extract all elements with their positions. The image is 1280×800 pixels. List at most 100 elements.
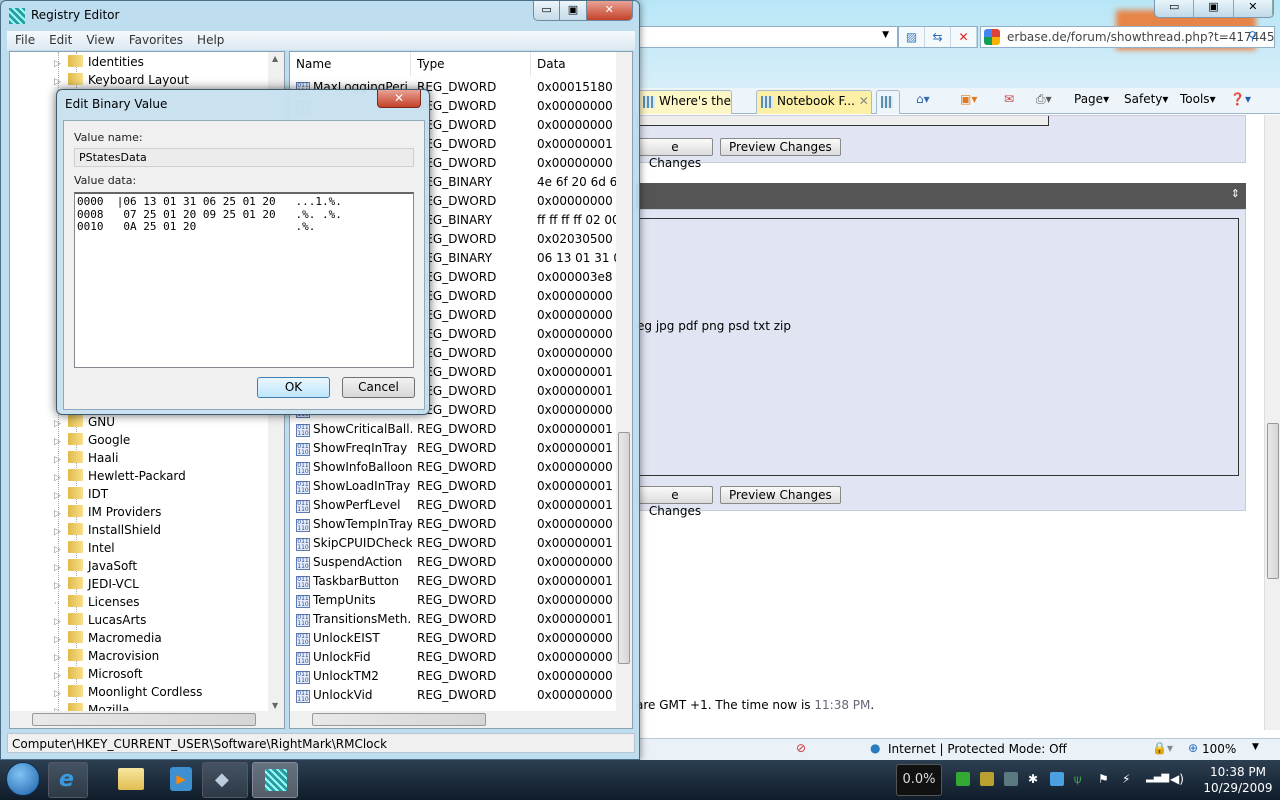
bluetooth-icon[interactable]: ✱ xyxy=(1028,772,1038,786)
dialog-close-button[interactable]: ✕ xyxy=(377,90,421,108)
stop-icon[interactable]: ✕ xyxy=(951,27,977,47)
preview-changes-button-2[interactable]: Preview Changes xyxy=(720,486,841,504)
value-row[interactable]: 011110UnlockVid REG_DWORD 0x00000000 (0) xyxy=(296,686,626,705)
feeds-icon[interactable]: ▣▾ xyxy=(960,92,977,106)
tree-item[interactable]: ·· Licenses xyxy=(54,593,140,611)
value-row[interactable]: 011 110 ShowLoadInTray REG_DWORD 0x00000001 … xyxy=(296,477,626,496)
wireless-icon[interactable]: ⍦ xyxy=(1074,772,1088,786)
compatibility-icon[interactable]: ▨ xyxy=(899,27,925,47)
restore-button[interactable]: ▣ xyxy=(1194,0,1234,17)
value-row[interactable]: 011110UnlockTM2 REG_DWORD 0x00000000 (0) xyxy=(296,667,626,686)
minimize-button[interactable]: ▭ xyxy=(1155,0,1195,17)
maximize-button[interactable]: ▣ xyxy=(560,1,587,20)
home-icon[interactable]: ⌂▾ xyxy=(916,92,930,106)
column-header-data[interactable]: Data xyxy=(531,52,617,76)
tree-item[interactable]: ▷ Intel xyxy=(54,539,115,557)
zoom-dropdown-icon[interactable]: ▼ xyxy=(1252,742,1259,752)
tray-app-icon[interactable] xyxy=(1050,772,1064,786)
menu-edit[interactable]: Edit xyxy=(49,31,72,50)
security-zone[interactable]: Internet | Protected Mode: Off xyxy=(888,742,1067,756)
chevron-down-icon[interactable]: ▼ xyxy=(882,30,889,40)
protected-mode-icon[interactable]: 🔒▾ xyxy=(1152,741,1173,755)
page-menu[interactable]: Page▾ xyxy=(1074,92,1109,106)
tab-notebook[interactable]: Notebook F... ✕ xyxy=(756,90,872,114)
tree-item[interactable]: ▷ Hewlett-Packard xyxy=(54,467,186,485)
zoom-level[interactable]: 100% xyxy=(1202,742,1236,756)
tree-item[interactable]: ▷ IM Providers xyxy=(54,503,161,521)
menu-favorites[interactable]: Favorites xyxy=(129,31,183,50)
explorer-taskbar-button[interactable] xyxy=(110,762,154,798)
tab-where[interactable]: Where's the 9.5... xyxy=(638,90,732,114)
tree-item[interactable]: ▷ JavaSoft xyxy=(54,557,137,575)
tab-close-icon[interactable]: ✕ xyxy=(859,94,869,108)
value-row[interactable]: 011 110 ShowTempInTray REG_DWORD 0x00000000 … xyxy=(296,515,626,534)
search-box[interactable]: erbase.de/forum/showthread.php?t=417445 xyxy=(980,26,1275,48)
help-icon[interactable]: ❓▾ xyxy=(1230,92,1251,106)
volume-icon[interactable]: ◀) xyxy=(1170,772,1184,786)
tree-item[interactable]: ▷ Microsoft xyxy=(54,665,143,683)
collapse-icon[interactable]: ⇕ xyxy=(1231,187,1240,200)
privacy-icon[interactable]: ⊘ xyxy=(796,741,806,755)
tree-horizontal-scrollbar[interactable] xyxy=(10,711,284,728)
value-row[interactable]: 011 110 ShowInfoBalloons REG_DWORD 0x0000000… xyxy=(296,458,626,477)
media-player-taskbar-button[interactable]: ▶ xyxy=(160,762,204,798)
tree-item[interactable]: ▷ IDT xyxy=(54,485,108,503)
value-row[interactable]: 011 110 ShowCriticalBall... REG_DWORD 0x0000… xyxy=(296,420,626,439)
start-button[interactable] xyxy=(6,762,40,796)
value-row[interactable]: 011110TempUnits REG_DWORD 0x00000000 (0) xyxy=(296,591,626,610)
tree-item[interactable]: ▷ GNU xyxy=(54,413,115,431)
value-row[interactable]: 011110UnlockFid REG_DWORD 0x00000000 (0) xyxy=(296,648,626,667)
value-row[interactable]: 011110TaskbarButton REG_DWORD 0x00000001 (… xyxy=(296,572,626,591)
preview-changes-button[interactable]: Preview Changes xyxy=(720,138,841,156)
tree-item[interactable]: ▷ JEDI-VCL xyxy=(54,575,139,593)
app-taskbar-button[interactable]: ◆ xyxy=(202,762,248,798)
tray-security-icon[interactable] xyxy=(956,772,970,786)
tree-item[interactable]: ▷ Keyboard Layout xyxy=(54,71,189,89)
value-row[interactable]: 011 110 SkipCPUIDCheck REG_DWORD 0x00000001 … xyxy=(296,534,626,553)
print-icon[interactable]: ⎙▾ xyxy=(1036,92,1052,107)
close-button[interactable]: ✕ xyxy=(586,1,632,20)
list-vertical-scrollbar[interactable] xyxy=(616,52,632,712)
tree-item[interactable]: ▷ Macromedia xyxy=(54,629,162,647)
close-button[interactable]: ✕ xyxy=(1234,0,1273,17)
menu-help[interactable]: Help xyxy=(197,31,224,50)
regedit-taskbar-button[interactable] xyxy=(252,762,298,798)
cancel-button[interactable]: Cancel xyxy=(342,377,415,398)
network-signal-icon[interactable]: ▂▄▆ xyxy=(1146,772,1169,786)
tree-item[interactable]: ▷ Macrovision xyxy=(54,647,159,665)
save-changes-button[interactable]: e Changes xyxy=(637,138,713,170)
safety-menu[interactable]: Safety▾ xyxy=(1124,92,1168,106)
refresh-icon[interactable]: ⇆ xyxy=(925,27,951,47)
menu-file[interactable]: File xyxy=(15,31,35,50)
internet-explorer-taskbar-button[interactable]: e xyxy=(48,762,88,798)
new-tab-button[interactable] xyxy=(876,90,900,114)
save-changes-button-2[interactable]: e Changes xyxy=(637,486,713,518)
tree-item[interactable]: ▷ Identities xyxy=(54,53,144,71)
tree-item[interactable]: ▷ Google xyxy=(54,431,130,449)
tray-music-icon[interactable] xyxy=(1004,772,1018,786)
power-icon[interactable]: ⚡ xyxy=(1122,772,1136,786)
value-data-hex-editor[interactable]: 0000 |06 13 01 31 06 25 01 20 ...1.%. 000… xyxy=(74,192,414,368)
clock[interactable]: 10:38 PM 10/29/2009 xyxy=(1196,764,1280,796)
address-bar[interactable]: ▼ xyxy=(636,26,898,48)
value-row[interactable]: 011110ShowPerfLevel REG_DWORD 0x00000001 (… xyxy=(296,496,626,515)
zoom-icon[interactable]: ⊕ xyxy=(1188,741,1198,755)
value-row[interactable]: 011 110 ShowFreqInTray REG_DWORD 0x00000001 … xyxy=(296,439,626,458)
search-icon[interactable]: ⚲ xyxy=(1248,29,1257,43)
tray-cpu-icon[interactable] xyxy=(980,772,994,786)
column-header-name[interactable]: Name xyxy=(290,52,411,76)
value-row[interactable]: 011110SuspendAction REG_DWORD 0x00000000 (… xyxy=(296,553,626,572)
value-row[interactable]: 011110UnlockEIST REG_DWORD 0x00000000 (0) xyxy=(296,629,626,648)
tree-item[interactable]: ▷ InstallShield xyxy=(54,521,161,539)
tools-menu[interactable]: Tools▾ xyxy=(1180,92,1216,106)
list-horizontal-scrollbar[interactable] xyxy=(290,711,632,728)
action-center-flag-icon[interactable]: ⚑ xyxy=(1098,772,1112,786)
minimize-button[interactable]: ▭ xyxy=(534,1,561,20)
ok-button[interactable]: OK xyxy=(257,377,330,398)
column-header-type[interactable]: Type xyxy=(411,52,531,76)
tree-item[interactable]: ▷ LucasArts xyxy=(54,611,146,629)
mail-icon[interactable]: ✉ xyxy=(1004,92,1014,106)
cpu-usage-gadget[interactable]: 0.0% xyxy=(896,764,942,796)
value-row[interactable]: 011 110 TransitionsMeth... REG_DWORD 0x00000… xyxy=(296,610,626,629)
tree-item[interactable]: ▷ Haali xyxy=(54,449,118,467)
